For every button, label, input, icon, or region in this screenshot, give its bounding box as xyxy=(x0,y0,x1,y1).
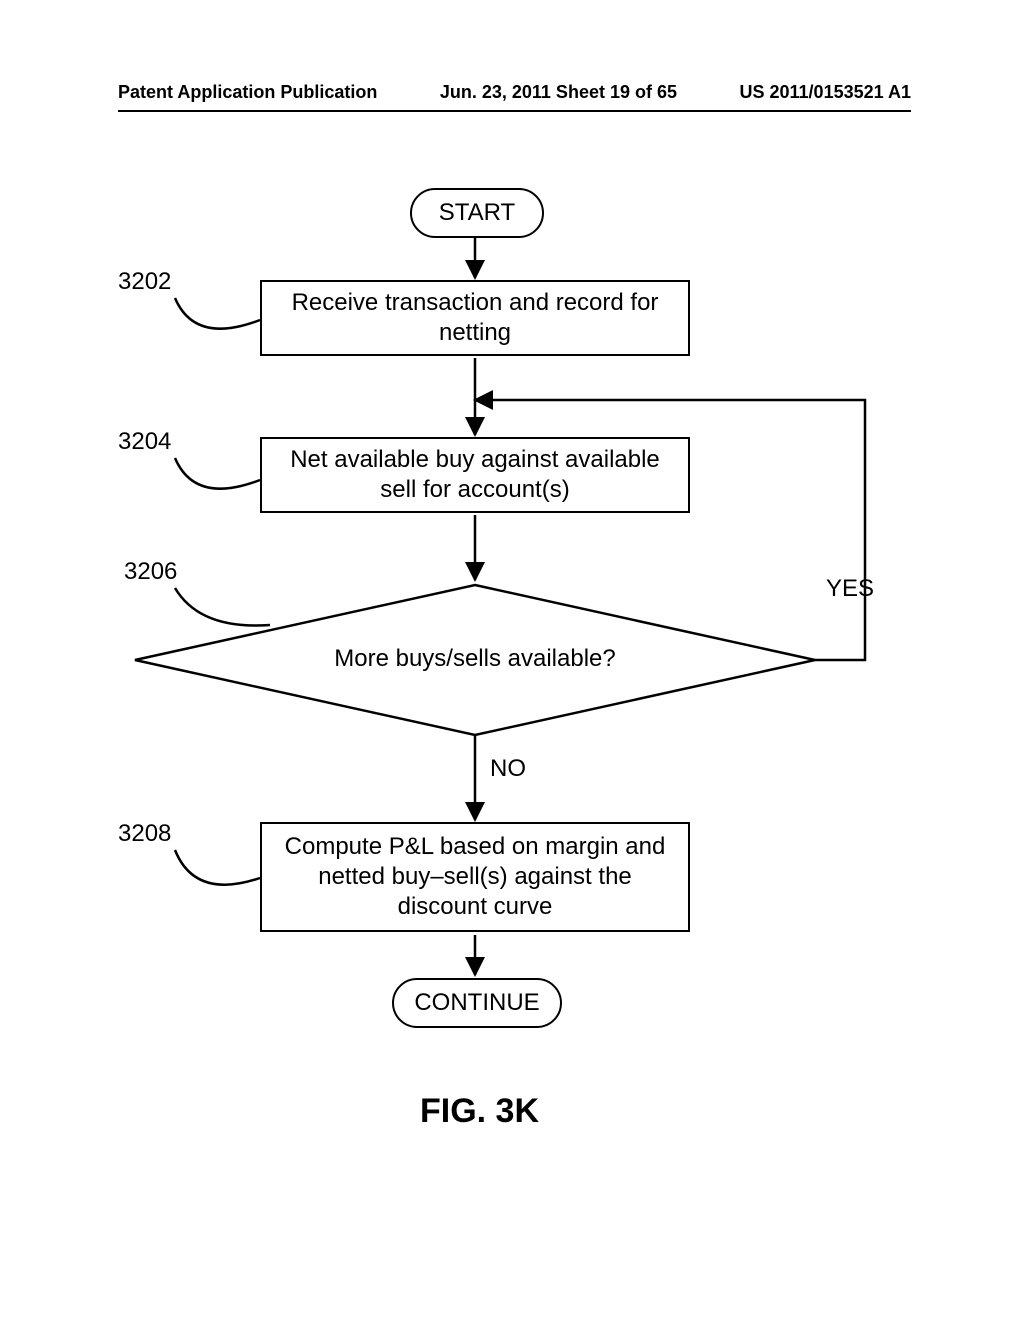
ref-3202: 3202 xyxy=(118,268,171,296)
process-3208: Compute P&L based on margin and netted b… xyxy=(260,822,690,932)
ref-3204: 3204 xyxy=(118,428,171,456)
figure-caption: FIG. 3K xyxy=(420,1092,539,1131)
decision-3206-text: More buys/sells available? xyxy=(270,645,680,673)
header-right: US 2011/0153521 A1 xyxy=(740,82,911,103)
process-3208-text: Compute P&L based on margin and netted b… xyxy=(272,832,678,922)
ref-3206: 3206 xyxy=(124,558,177,586)
process-3204-text: Net available buy against available sell… xyxy=(272,445,678,505)
terminal-start-label: START xyxy=(439,199,515,227)
decision-no-label: NO xyxy=(490,755,526,783)
process-3202: Receive transaction and record for netti… xyxy=(260,280,690,356)
process-3202-text: Receive transaction and record for netti… xyxy=(272,288,678,348)
terminal-start: START xyxy=(410,188,544,238)
header-rule xyxy=(118,110,911,112)
ref-3208: 3208 xyxy=(118,820,171,848)
header-center: Jun. 23, 2011 Sheet 19 of 65 xyxy=(440,82,677,103)
header-left: Patent Application Publication xyxy=(118,82,377,103)
process-3204: Net available buy against available sell… xyxy=(260,437,690,513)
terminal-continue-label: CONTINUE xyxy=(414,989,539,1017)
page-header: Patent Application Publication Jun. 23, … xyxy=(118,82,911,103)
terminal-continue: CONTINUE xyxy=(392,978,562,1028)
decision-yes-label: YES xyxy=(826,575,874,603)
